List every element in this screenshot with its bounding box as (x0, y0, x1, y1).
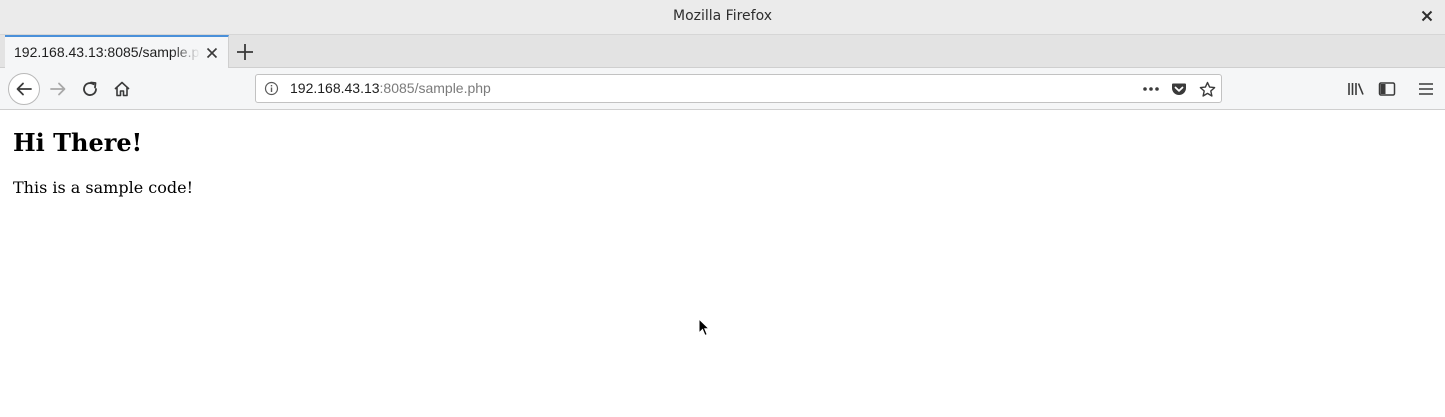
home-button[interactable] (112, 79, 132, 99)
back-button[interactable] (8, 73, 40, 105)
info-icon[interactable] (264, 81, 279, 96)
sidebar-icon (1378, 82, 1396, 96)
library-icon (1348, 83, 1364, 95)
plus-icon (237, 44, 253, 60)
window-titlebar: Mozilla Firefox (0, 0, 1445, 35)
url-bar[interactable]: 192.168.43.13:8085/sample.php (255, 74, 1222, 103)
page-heading: Hi There! (13, 128, 143, 157)
forward-button[interactable] (48, 79, 68, 99)
arrow-left-icon (16, 82, 32, 96)
star-icon (1199, 81, 1215, 97)
ellipsis-icon (1143, 87, 1159, 91)
pocket-icon (1172, 83, 1186, 95)
url-host: 192.168.43.13 (290, 80, 380, 96)
reload-icon (83, 81, 97, 96)
page-content: Hi There! This is a sample code! (5, 110, 1445, 417)
window-title: Mozilla Firefox (672, 8, 773, 24)
arrow-right-icon (50, 82, 66, 96)
nav-toolbar: 192.168.43.13:8085/sample.php (0, 68, 1445, 110)
close-icon (1421, 10, 1433, 22)
new-tab-button[interactable] (236, 43, 254, 61)
reload-button[interactable] (80, 79, 100, 99)
home-icon (114, 81, 130, 97)
page-paragraph: This is a sample code! (13, 178, 193, 197)
window-close-button[interactable] (1419, 8, 1435, 24)
url-path: :8085/sample.php (379, 80, 491, 96)
url-text[interactable]: 192.168.43.13:8085/sample.php (290, 80, 491, 96)
mouse-pointer-icon (698, 318, 710, 337)
tab-active[interactable]: 192.168.43.13:8085/sample.php (5, 35, 229, 68)
menu-button[interactable] (1416, 79, 1436, 99)
hamburger-icon (1419, 83, 1433, 95)
tab-close-icon[interactable] (206, 47, 218, 59)
pocket-button[interactable] (1170, 80, 1188, 98)
tab-title: 192.168.43.13:8085/sample.php (14, 44, 200, 60)
page-actions-button[interactable] (1142, 80, 1160, 98)
sidebar-button[interactable] (1377, 79, 1397, 99)
bookmark-button[interactable] (1198, 80, 1216, 98)
tab-strip: 192.168.43.13:8085/sample.php (0, 35, 1445, 68)
library-button[interactable] (1346, 79, 1366, 99)
